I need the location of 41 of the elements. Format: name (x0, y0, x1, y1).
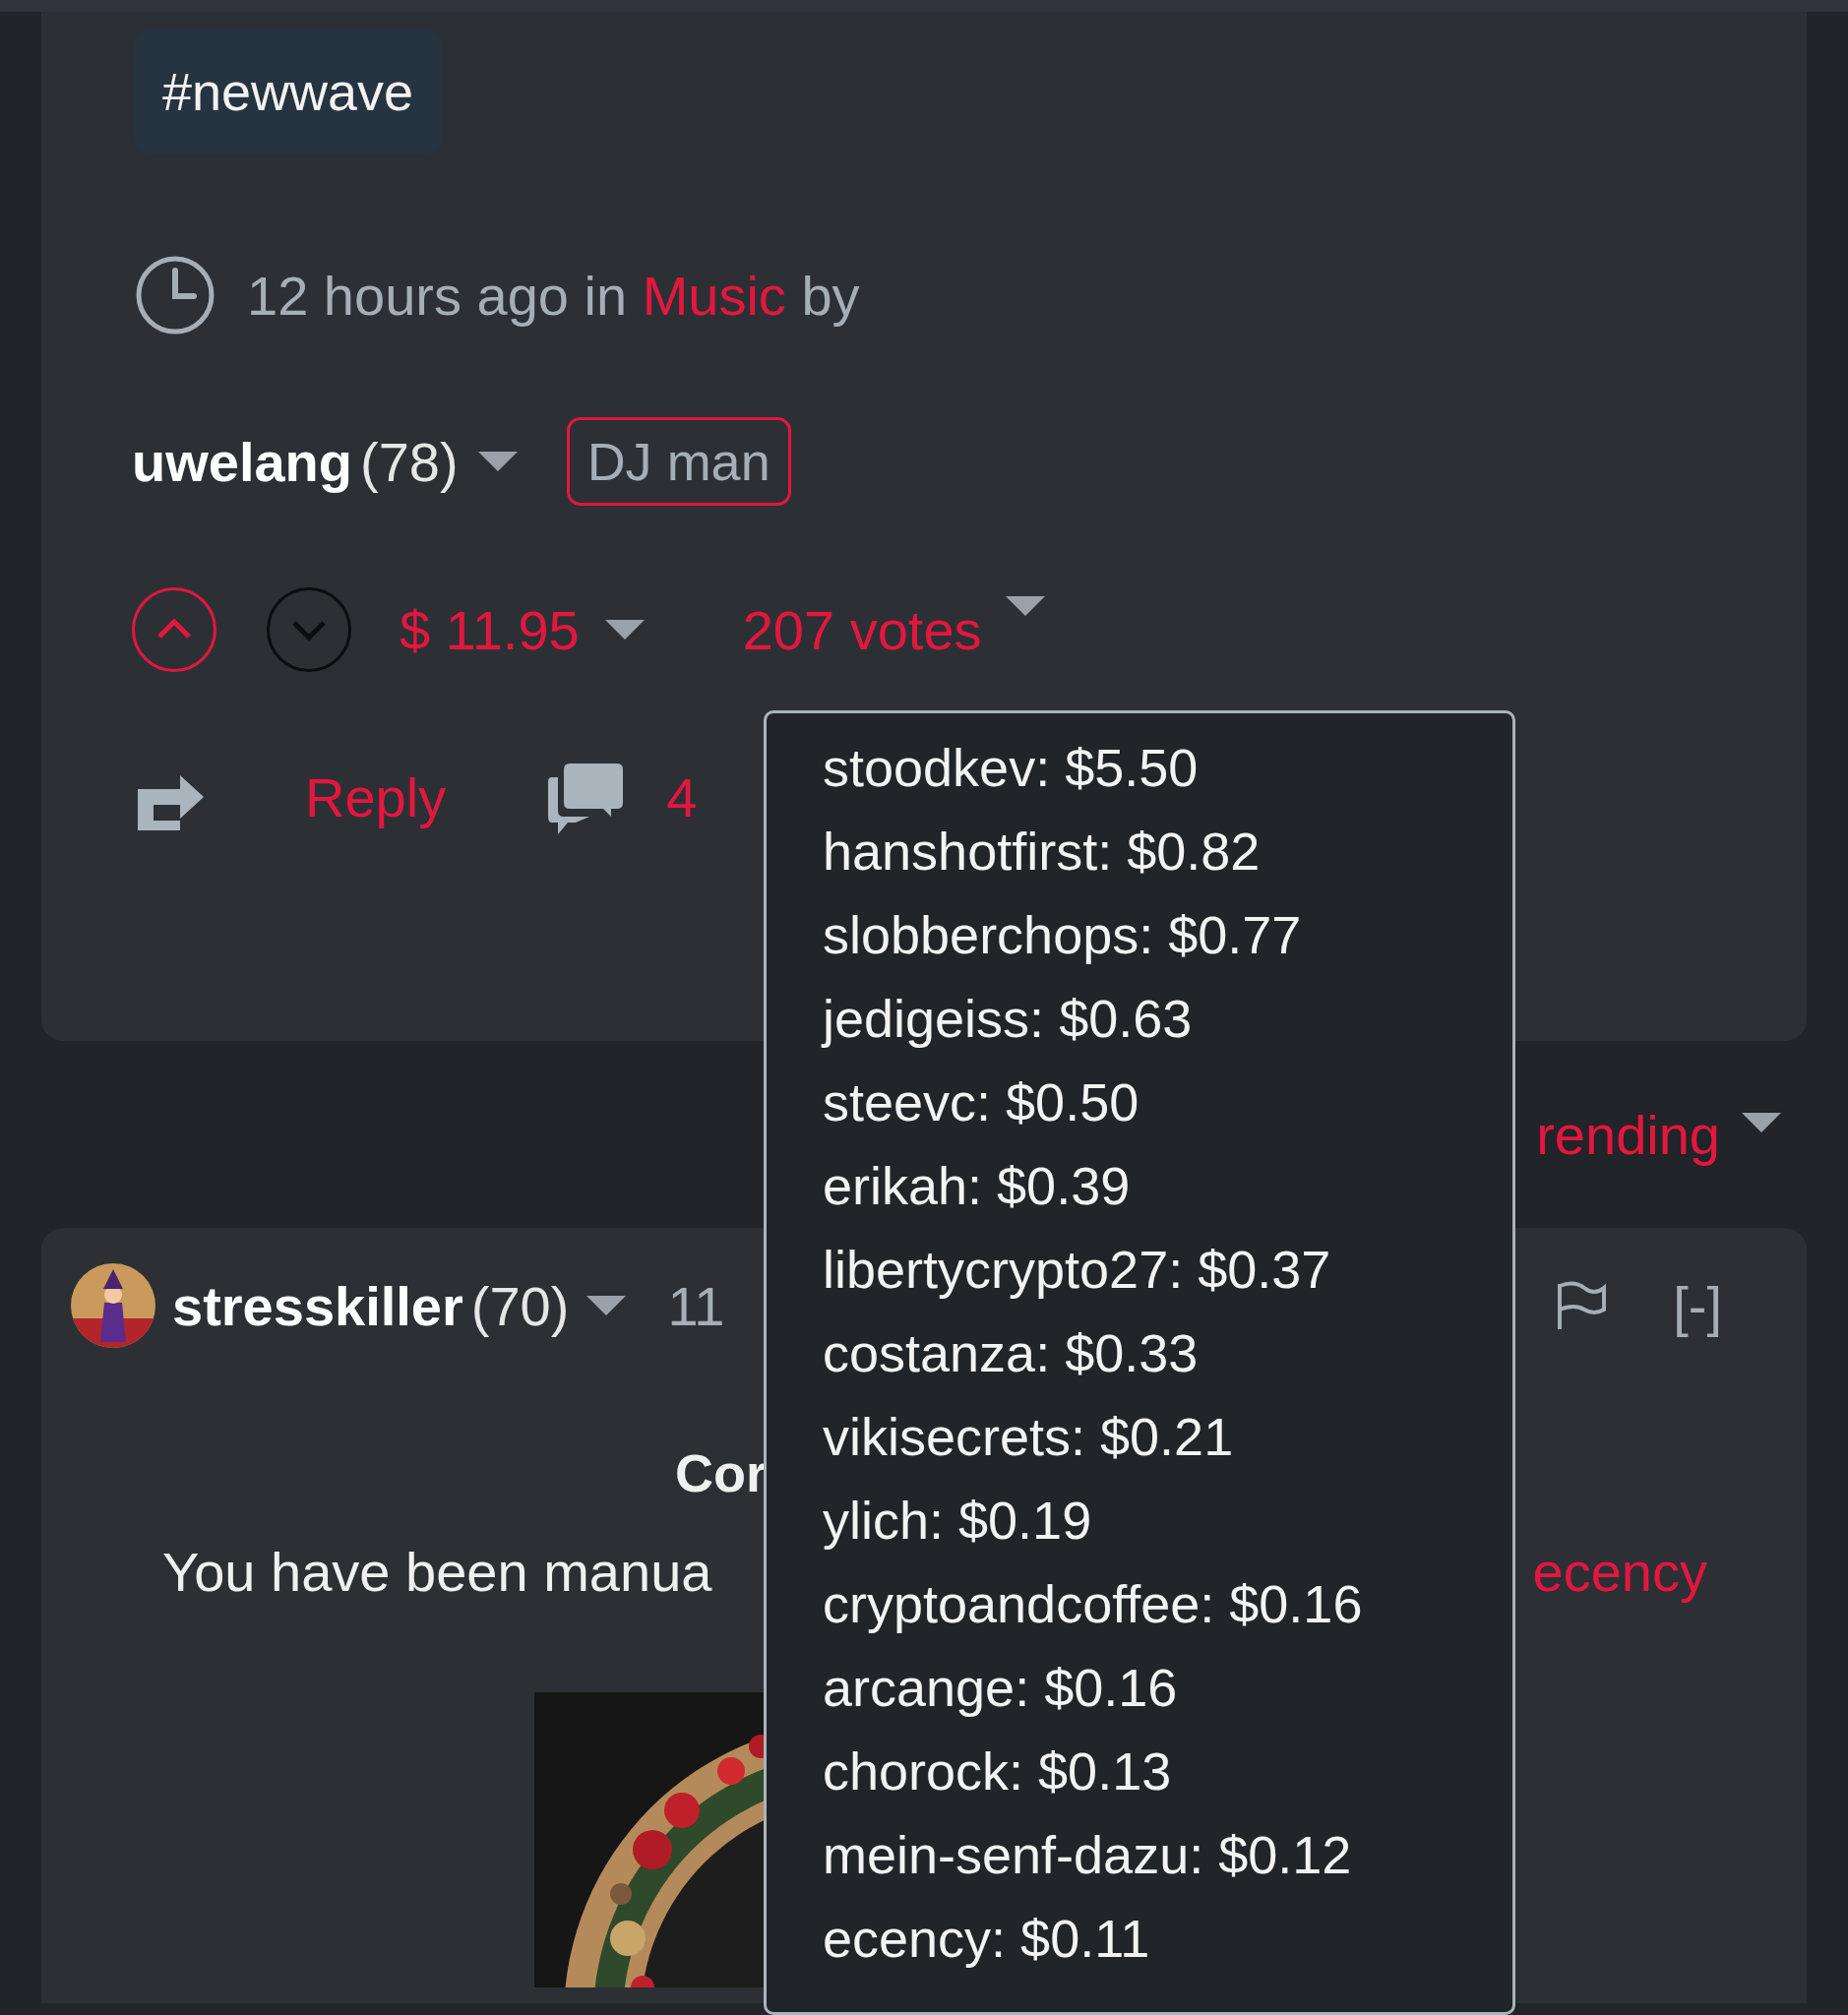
flag-icon[interactable] (1555, 1280, 1609, 1331)
voter-entry: erikah: $0.39 (823, 1155, 1132, 1217)
voter-entry: chorock: $0.13 (823, 1740, 1173, 1802)
voter-entry: costanza: $0.33 (823, 1322, 1200, 1384)
collapse-toggle[interactable]: [-] (1673, 1273, 1722, 1338)
comment-count: 4 (666, 764, 698, 829)
voter-entry: libertycrypto27: $0.37 (823, 1239, 1332, 1301)
votes-caret-icon[interactable] (1005, 596, 1045, 616)
caret-icon[interactable] (477, 452, 518, 471)
post-meta-text: 12 hours ago in Music by (247, 263, 860, 328)
sort-caret-icon[interactable] (1742, 1113, 1781, 1132)
comment-text: You have been manua (162, 1539, 712, 1604)
sort-label[interactable]: rending (1536, 1102, 1720, 1167)
voter-entry: steevc: $0.50 (823, 1071, 1140, 1133)
author-name[interactable]: uwelang (132, 429, 353, 494)
tag-chip[interactable]: #newwave (135, 30, 442, 153)
commenter-reputation: (70) (470, 1273, 570, 1338)
voter-entry: jedigeiss: $0.63 (823, 988, 1194, 1050)
clock-icon (135, 255, 216, 336)
payout-caret-icon[interactable] (604, 620, 645, 640)
voter-entry: vikisecrets: $0.21 (823, 1406, 1235, 1468)
voter-entry: stoodkev: $5.50 (823, 737, 1200, 799)
votes-count[interactable]: 207 votes (742, 597, 982, 662)
voter-entry: mein-senf-dazu: $0.12 (823, 1824, 1353, 1886)
voter-entry: cryptoandcoffee: $0.16 (823, 1573, 1364, 1635)
commenter-name[interactable]: stresskiller (172, 1273, 463, 1338)
payout-amount[interactable]: $ 11.95 (400, 597, 580, 662)
author-reputation: (78) (360, 429, 459, 494)
upvote-button[interactable] (131, 586, 217, 673)
voter-entry: slobberchops: $0.77 (823, 904, 1303, 966)
comment-heading: Cor (675, 1442, 767, 1504)
voter-entry: ylich: $0.19 (823, 1490, 1093, 1552)
comment-time: 11 (667, 1273, 725, 1338)
reply-link[interactable]: Reply (305, 764, 447, 829)
voter-entry: arcange: $0.16 (823, 1657, 1179, 1719)
category-link[interactable]: Music (642, 264, 786, 327)
ecency-link[interactable]: ecency (1532, 1539, 1707, 1604)
voter-entry: ecency: $0.11 (823, 1908, 1151, 1970)
caret-icon[interactable] (586, 1296, 627, 1315)
voter-entry: hanshotfirst: $0.82 (823, 821, 1262, 883)
author-badge: DJ man (566, 417, 791, 506)
